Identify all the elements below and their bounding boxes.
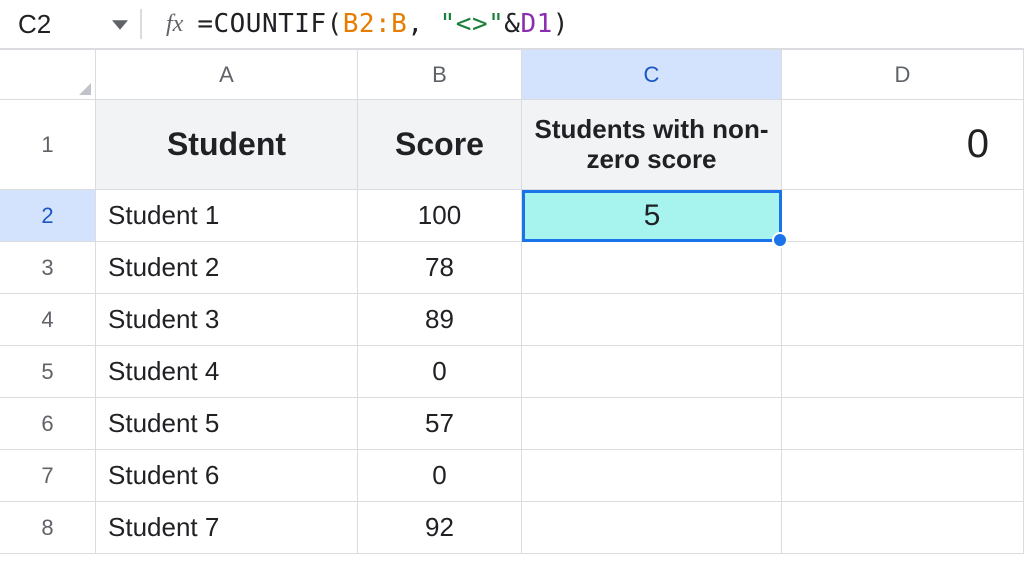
- cell-b4[interactable]: 89: [358, 294, 522, 346]
- row-header-3[interactable]: 3: [0, 242, 96, 294]
- col-header-d[interactable]: D: [782, 50, 1024, 100]
- col-header-a[interactable]: A: [96, 50, 358, 100]
- fx-icon: fx: [142, 11, 197, 38]
- cell-c1[interactable]: Students with non-zero score: [522, 100, 782, 190]
- cell-d5[interactable]: [782, 346, 1024, 398]
- row-header-6[interactable]: 6: [0, 398, 96, 450]
- cell-b1[interactable]: Score: [358, 100, 522, 190]
- col-header-c[interactable]: C: [522, 50, 782, 100]
- cell-a4[interactable]: Student 3: [96, 294, 358, 346]
- cell-b3[interactable]: 78: [358, 242, 522, 294]
- cell-c4[interactable]: [522, 294, 782, 346]
- formula-close: ): [553, 9, 569, 39]
- row-header-8[interactable]: 8: [0, 502, 96, 554]
- name-box-value: C2: [18, 9, 51, 40]
- formula-amp: &: [504, 9, 520, 39]
- cell-c2-value: 5: [644, 199, 661, 233]
- formula-fn: COUNTIF: [213, 9, 326, 39]
- col-header-b[interactable]: B: [358, 50, 522, 100]
- spreadsheet-grid[interactable]: A B C D 1 Student Score Students with no…: [0, 50, 1024, 554]
- formula-range: B2:B: [343, 9, 408, 39]
- cell-a7[interactable]: Student 6: [96, 450, 358, 502]
- row-header-4[interactable]: 4: [0, 294, 96, 346]
- cell-c2-active[interactable]: 5: [522, 190, 782, 242]
- cell-a2[interactable]: Student 1: [96, 190, 358, 242]
- cell-b6[interactable]: 57: [358, 398, 522, 450]
- cell-b2[interactable]: 100: [358, 190, 522, 242]
- name-box[interactable]: C2: [0, 9, 140, 40]
- formula-bar: C2 fx = COUNTIF ( B2:B , "<>" & D1 ): [0, 0, 1024, 50]
- cell-d2[interactable]: [782, 190, 1024, 242]
- formula-input[interactable]: = COUNTIF ( B2:B , "<>" & D1 ): [197, 9, 569, 39]
- formula-open: (: [327, 9, 343, 39]
- formula-equals: =: [197, 9, 213, 39]
- row-header-5[interactable]: 5: [0, 346, 96, 398]
- cell-a6[interactable]: Student 5: [96, 398, 358, 450]
- formula-comma: ,: [407, 9, 439, 39]
- select-all-corner[interactable]: [0, 50, 96, 100]
- cell-c5[interactable]: [522, 346, 782, 398]
- formula-ref: D1: [520, 9, 552, 39]
- cell-c6[interactable]: [522, 398, 782, 450]
- formula-string: "<>": [440, 9, 505, 39]
- cell-d6[interactable]: [782, 398, 1024, 450]
- name-box-dropdown-icon[interactable]: [112, 9, 128, 40]
- cell-a5[interactable]: Student 4: [96, 346, 358, 398]
- cell-c7[interactable]: [522, 450, 782, 502]
- fill-handle-icon[interactable]: [772, 232, 788, 248]
- cell-b7[interactable]: 0: [358, 450, 522, 502]
- cell-a1[interactable]: Student: [96, 100, 358, 190]
- cell-a8[interactable]: Student 7: [96, 502, 358, 554]
- cell-d1[interactable]: 0: [782, 100, 1024, 190]
- row-header-2[interactable]: 2: [0, 190, 96, 242]
- cell-d7[interactable]: [782, 450, 1024, 502]
- row-header-7[interactable]: 7: [0, 450, 96, 502]
- cell-d8[interactable]: [782, 502, 1024, 554]
- cell-c3[interactable]: [522, 242, 782, 294]
- row-header-1[interactable]: 1: [0, 100, 96, 190]
- cell-b8[interactable]: 92: [358, 502, 522, 554]
- cell-c8[interactable]: [522, 502, 782, 554]
- cell-d3[interactable]: [782, 242, 1024, 294]
- cell-a3[interactable]: Student 2: [96, 242, 358, 294]
- cell-d4[interactable]: [782, 294, 1024, 346]
- cell-b5[interactable]: 0: [358, 346, 522, 398]
